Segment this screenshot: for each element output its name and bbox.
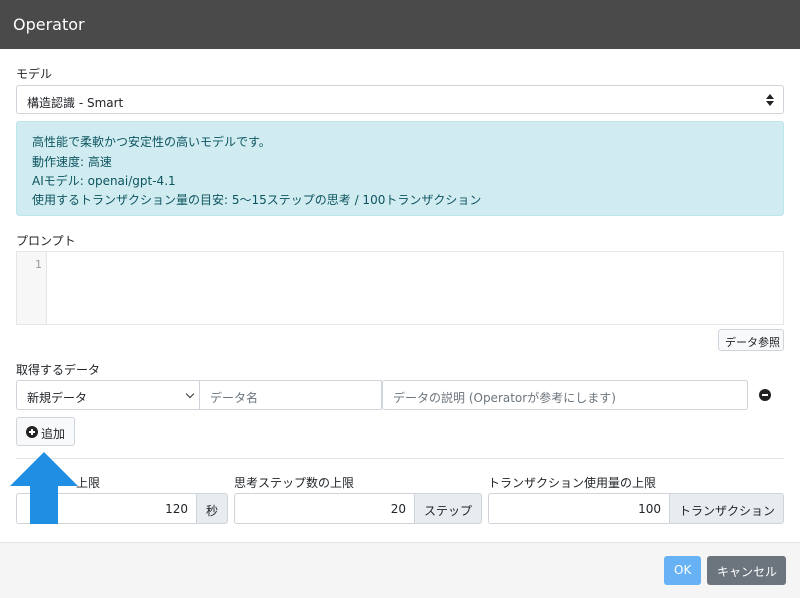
time-unit-addon: 秒	[196, 493, 228, 524]
model-info-line: 高性能で柔軟かつ安定性の高いモデルです。	[32, 135, 271, 149]
data-name-input[interactable]: データ名	[199, 380, 382, 410]
select-updown-icon	[765, 93, 775, 107]
steps-unit: ステップ	[424, 504, 473, 518]
add-data-button[interactable]: 追加	[16, 417, 75, 446]
up-arrow-icon	[10, 452, 78, 524]
data-name-placeholder: データ名	[210, 391, 259, 405]
transactions-unit: トランザクション	[679, 504, 776, 518]
cancel-button[interactable]: キャンセル	[707, 556, 786, 585]
titlebar: Operator	[0, 0, 800, 49]
data-reference-label: データ参照	[725, 336, 780, 349]
prompt-label: プロンプト	[16, 234, 76, 248]
model-select-value: 構造認識 - Smart	[27, 96, 124, 110]
model-info-box: 高性能で柔軟かつ安定性の高いモデルです。 動作速度: 高速 AIモデル: ope…	[16, 121, 784, 216]
transactions-limit-input[interactable]: 100	[488, 493, 670, 524]
transactions-limit-label: トランザクション使用量の上限	[488, 476, 657, 490]
divider	[16, 458, 784, 459]
model-select[interactable]: 構造認識 - Smart	[16, 85, 784, 114]
data-type-select[interactable]: 新規データ	[16, 380, 200, 410]
time-limit-value: 120	[165, 502, 188, 516]
steps-limit-label: 思考ステップ数の上限	[234, 476, 355, 490]
data-description-input[interactable]: データの説明 (Operatorが参考にします)	[382, 380, 748, 410]
line-number-gutter: 1	[17, 252, 47, 324]
line-number: 1	[35, 258, 42, 271]
plus-circle-icon	[26, 426, 38, 438]
time-unit: 秒	[206, 504, 219, 518]
cancel-label: キャンセル	[717, 565, 778, 579]
model-info-line: 使用するトランザクション量の目安: 5〜15ステップの思考 / 100トランザク…	[32, 193, 482, 207]
ok-button[interactable]: OK	[664, 556, 701, 585]
model-info-line: 動作速度: 高速	[32, 155, 112, 169]
ok-label: OK	[674, 563, 692, 577]
data-type-value: 新規データ	[27, 391, 88, 405]
add-data-label: 追加	[41, 427, 66, 441]
model-label: モデル	[16, 67, 53, 81]
model-info-line: AIモデル: openai/gpt-4.1	[32, 174, 176, 188]
transactions-unit-addon: トランザクション	[669, 493, 784, 524]
steps-unit-addon: ステップ	[414, 493, 482, 524]
data-reference-button[interactable]: データ参照	[718, 329, 784, 351]
steps-limit-input[interactable]: 20	[234, 493, 415, 524]
data-description-placeholder: データの説明 (Operatorが参考にします)	[393, 391, 616, 405]
window-title: Operator	[13, 15, 85, 34]
chevron-down-icon	[185, 389, 195, 399]
prompt-editor[interactable]: 1	[16, 251, 784, 325]
minus-circle-icon[interactable]	[759, 389, 771, 401]
steps-limit-value: 20	[390, 502, 406, 516]
transactions-limit-value: 100	[638, 502, 661, 516]
fetch-data-label: 取得するデータ	[16, 363, 101, 377]
